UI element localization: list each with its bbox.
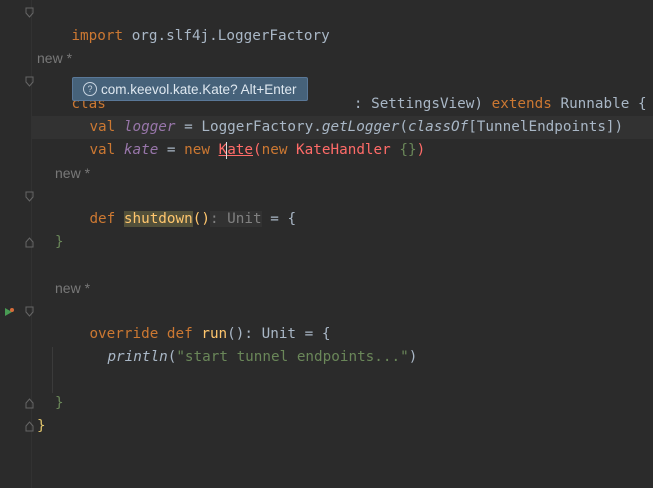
indent-guide <box>52 347 53 393</box>
code-vision-author[interactable]: new * <box>55 162 90 185</box>
code-vision-author[interactable]: new * <box>37 47 72 70</box>
unresolved-symbol[interactable]: Kate <box>219 141 253 159</box>
paren: ) <box>416 142 426 158</box>
code-vision-author[interactable]: new * <box>55 277 90 300</box>
code-line-override-run[interactable]: override def run(): Unit = { <box>55 300 330 342</box>
code-line-def-shutdown[interactable]: def shutdown(): Unit = { <box>55 185 296 227</box>
paren: ( <box>253 142 262 158</box>
tooltip-text: com.keevol.kate.Kate? Alt+Enter <box>101 81 297 97</box>
fold-icon[interactable] <box>25 7 34 18</box>
keyword: import <box>71 28 124 44</box>
function-name: println <box>107 349 168 365</box>
assignment: = { <box>261 211 297 227</box>
code-line-import[interactable]: import org.slf4j.LoggerFactory <box>37 2 329 44</box>
brace: { <box>629 96 647 112</box>
method-name: shutdown <box>123 211 193 227</box>
code-line-kate[interactable]: val kate = new Kate(new KateHandler {}) <box>55 116 425 159</box>
keyword: def <box>89 211 116 227</box>
return-type-hint: : Unit <box>209 211 262 227</box>
unresolved-type: KateHandler <box>287 142 400 158</box>
fold-icon[interactable] <box>25 76 34 87</box>
code-line-println[interactable]: println("start tunnel endpoints...") <box>73 323 417 365</box>
fold-icon[interactable] <box>25 398 34 409</box>
code-line-close[interactable]: } <box>55 231 64 254</box>
field-name: kate <box>123 142 159 158</box>
question-icon: ? <box>83 82 97 96</box>
import-path: org.slf4j.LoggerFactory <box>123 28 330 44</box>
keyword: new <box>184 142 210 158</box>
run-override-icon[interactable] <box>3 306 14 318</box>
fold-icon[interactable] <box>25 421 34 432</box>
fold-icon[interactable] <box>25 237 34 248</box>
type-argument: [TunnelEndpoints]) <box>468 119 624 135</box>
keyword: new <box>261 142 288 158</box>
fold-icon[interactable] <box>25 306 34 317</box>
parens: () <box>192 211 210 227</box>
import-hint-tooltip[interactable]: ? com.keevol.kate.Kate? Alt+Enter <box>72 77 308 101</box>
fold-icon[interactable] <box>25 191 34 202</box>
code-line-close[interactable]: } <box>55 392 64 415</box>
code-line-close[interactable]: } <box>37 415 46 438</box>
string-literal: "start tunnel endpoints..." <box>176 349 409 365</box>
code-editor[interactable]: import org.slf4j.LoggerFactory new * cla… <box>0 0 653 488</box>
brace-pair: {} <box>399 142 417 158</box>
assignment: = <box>158 142 185 158</box>
keyword: val <box>89 142 116 158</box>
paren: ) <box>408 349 418 365</box>
